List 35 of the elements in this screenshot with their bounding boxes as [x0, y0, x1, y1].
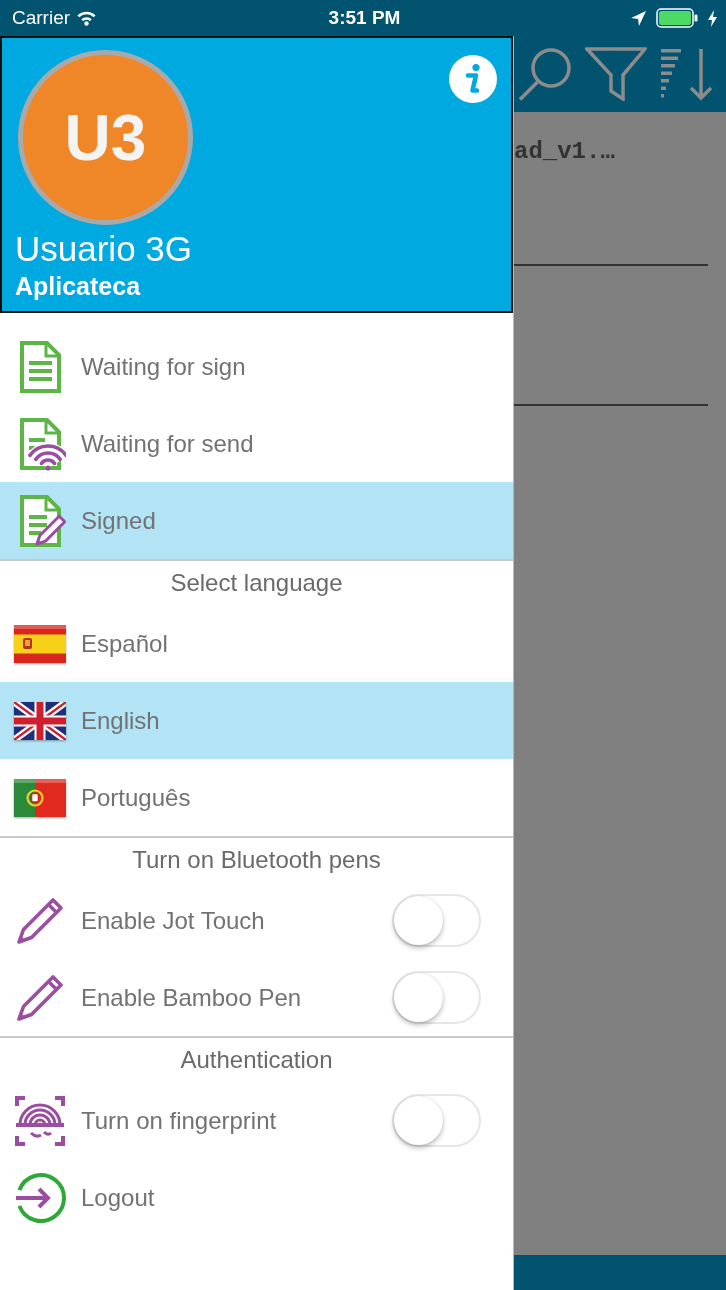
wifi-icon [76, 10, 98, 26]
carrier-label: Carrier [12, 7, 71, 29]
language-option[interactable]: Español [0, 605, 513, 682]
menu-item[interactable]: Waiting for send [0, 405, 513, 482]
setting-label: Turn on fingerprint [81, 1106, 277, 1135]
section-title: Select language [170, 569, 343, 597]
language-option[interactable]: Português [0, 759, 513, 836]
toggle-switch[interactable] [392, 1094, 481, 1147]
toggle-switch[interactable] [392, 894, 481, 947]
portuguese-flag-icon [14, 778, 66, 817]
sort-descending-icon[interactable] [659, 47, 713, 101]
logout-icon [14, 1171, 66, 1224]
language-option[interactable]: English [0, 682, 513, 759]
info-icon[interactable] [449, 55, 497, 103]
search-icon[interactable] [517, 46, 573, 102]
setting-label: Enable Bamboo Pen [81, 983, 302, 1012]
spanish-flag-icon [14, 624, 66, 663]
list-item-title: ad_v1.… [514, 137, 615, 167]
avatar: U3 [18, 50, 193, 225]
setting-label: Enable Jot Touch [81, 906, 265, 935]
filter-icon[interactable] [585, 47, 647, 101]
fingerprint-icon [14, 1094, 66, 1147]
section-title: Turn on Bluetooth pens [132, 846, 381, 874]
user-name: Usuario 3G [15, 229, 193, 269]
location-arrow-icon [631, 10, 646, 26]
menu-item[interactable]: Waiting for sign [0, 328, 513, 405]
battery-icon [656, 8, 698, 28]
charging-bolt-icon [708, 9, 717, 27]
menu-item[interactable]: Logout [0, 1159, 513, 1236]
menu-item[interactable]: Signed [0, 482, 513, 559]
time-label: 3:51 PM [328, 7, 401, 29]
section-title: Authentication [180, 1046, 333, 1074]
uk-flag-icon [14, 701, 66, 740]
toggle-switch[interactable] [392, 971, 481, 1024]
organization-name: Aplicateca [15, 271, 141, 301]
